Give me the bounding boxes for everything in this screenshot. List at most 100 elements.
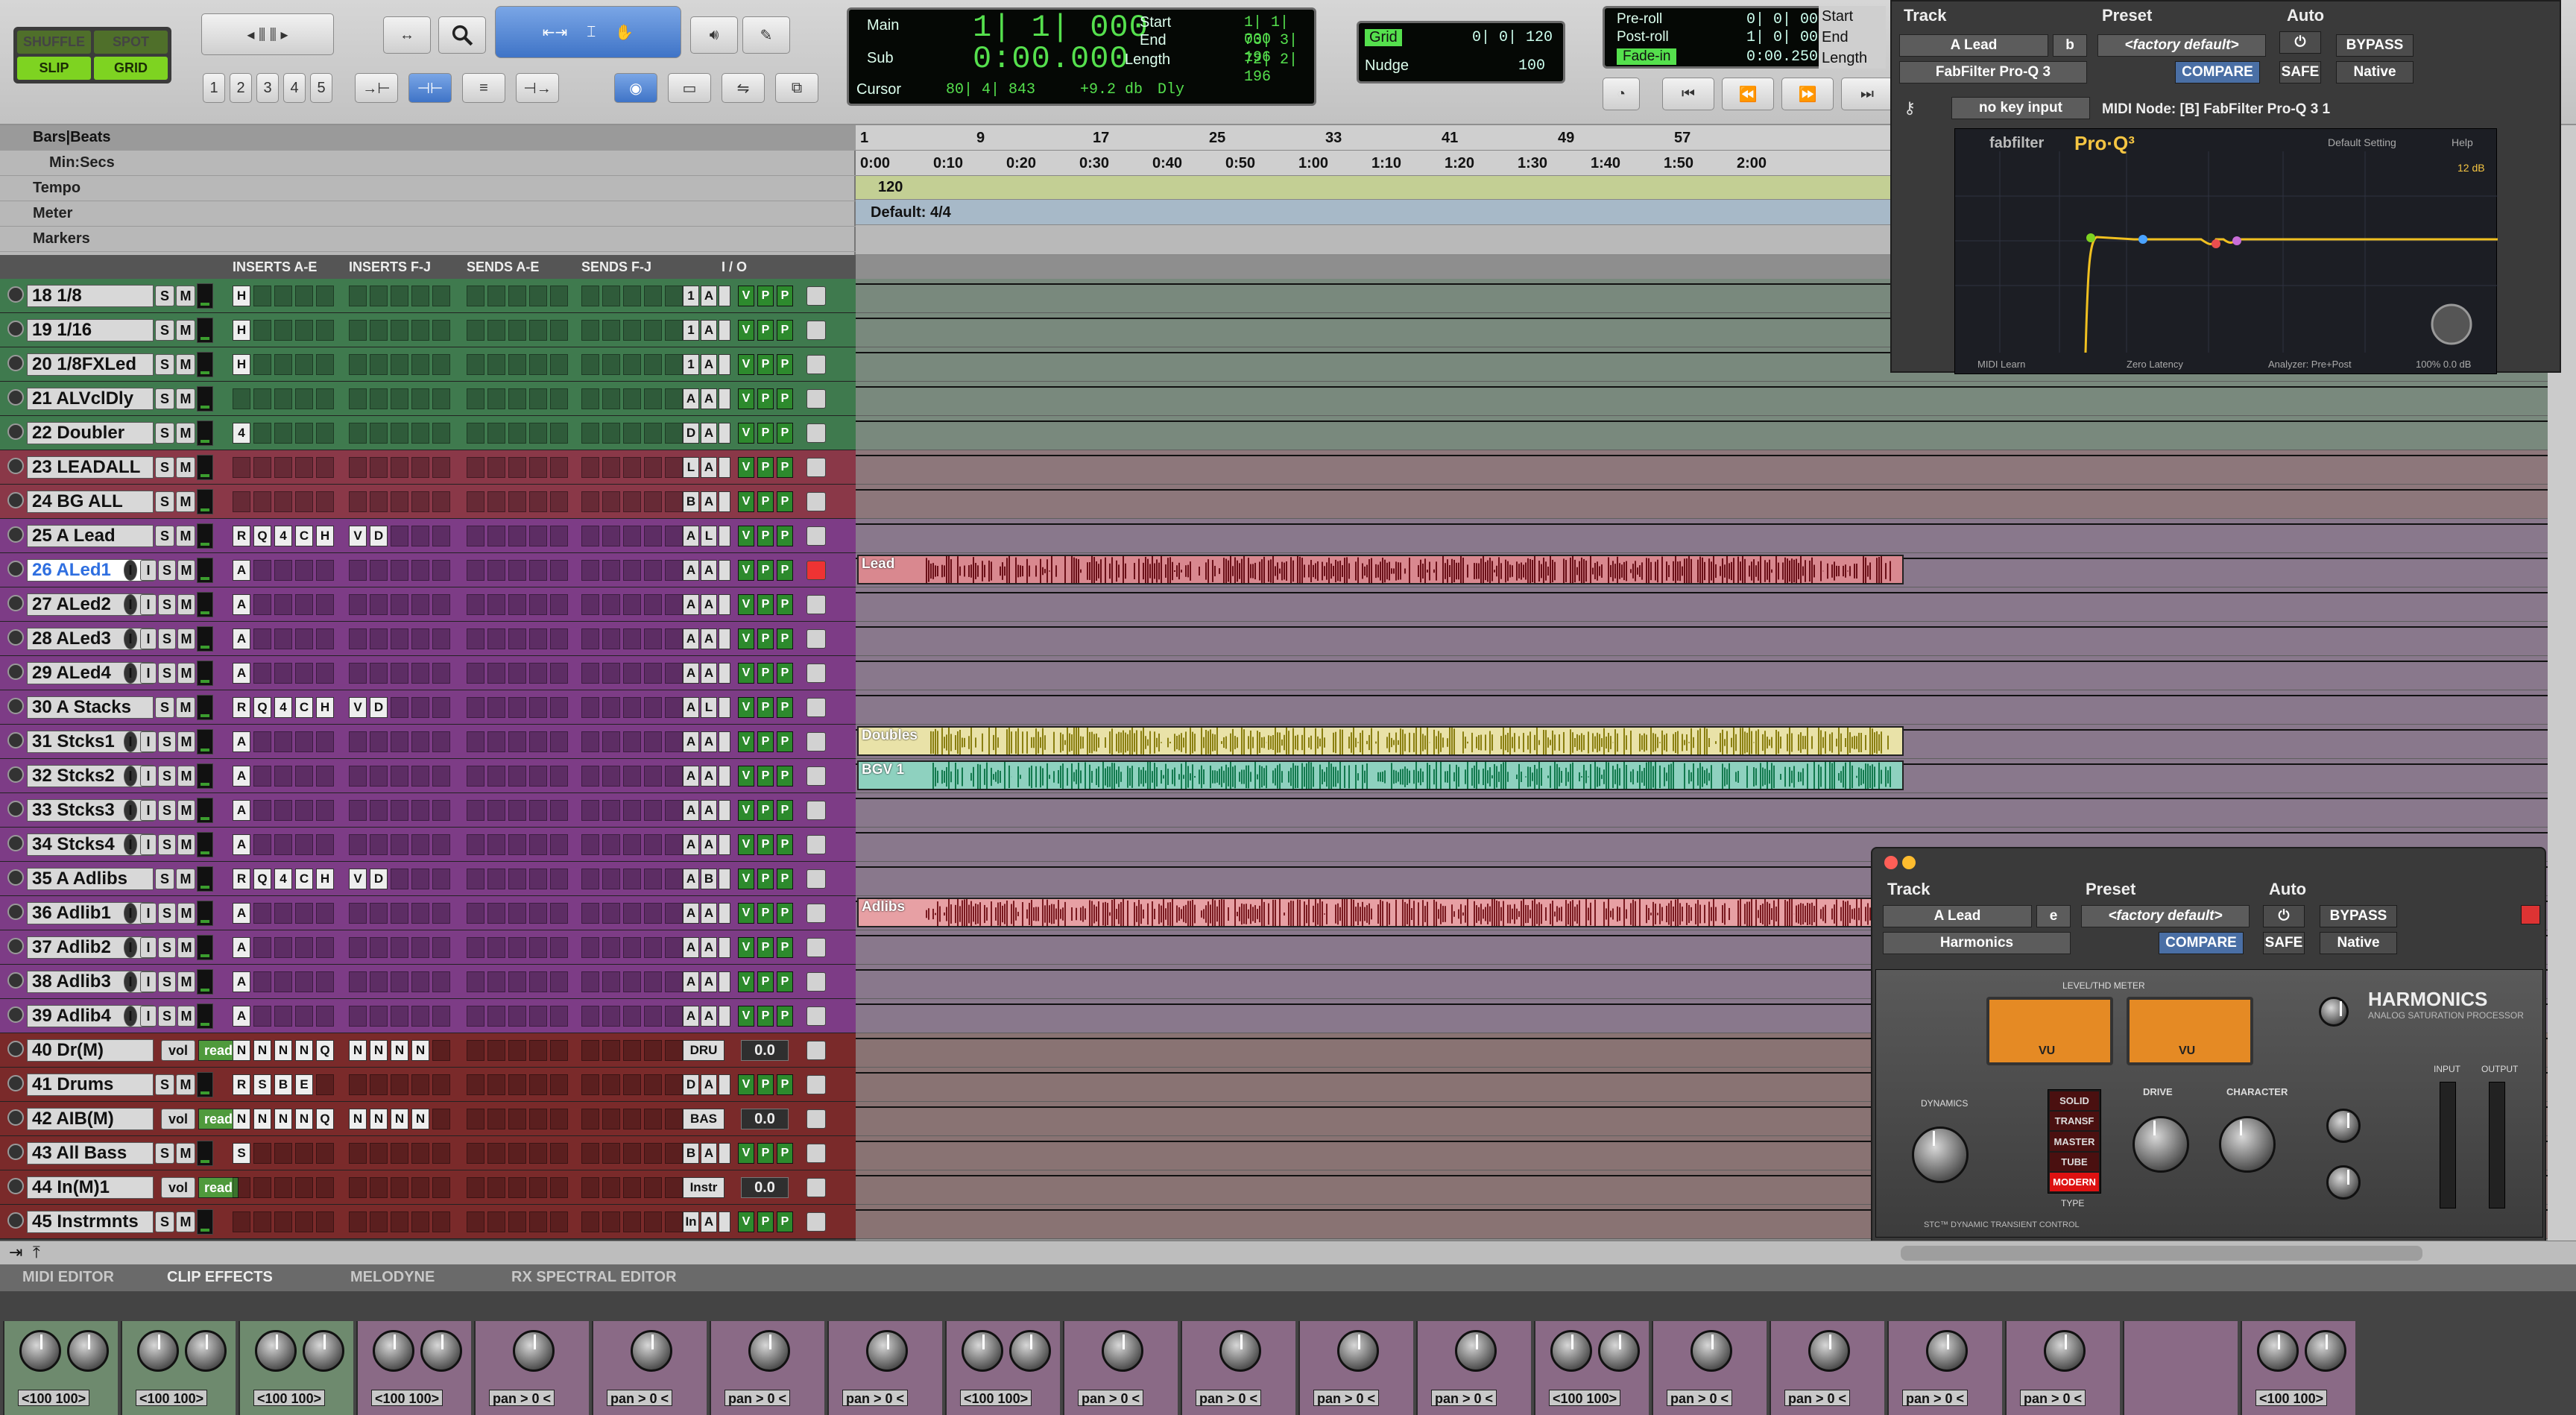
record-enable-button[interactable]: I <box>124 937 137 958</box>
record-enable-button[interactable]: I <box>124 971 137 992</box>
send-slot[interactable] <box>508 834 526 855</box>
send-slot[interactable] <box>550 800 568 821</box>
send-slot[interactable] <box>623 1006 641 1027</box>
insert-slot-empty[interactable] <box>432 1109 450 1129</box>
voice-pan-button[interactable]: P <box>777 320 793 341</box>
voice-pan-button[interactable]: P <box>777 423 793 444</box>
send-slot[interactable] <box>644 971 662 992</box>
insert-slot-empty[interactable] <box>295 971 313 992</box>
insert-slot-filled[interactable]: D <box>370 869 388 889</box>
insert-slot-empty[interactable] <box>370 1143 388 1164</box>
insert-slot-empty[interactable] <box>316 1211 334 1232</box>
input-monitor-button[interactable]: I <box>140 594 157 615</box>
voice-pan-button[interactable]: V <box>738 491 754 512</box>
track-list-toggle-icon[interactable]: ⇥ <box>9 1243 22 1262</box>
voice-pan-button[interactable]: P <box>757 800 774 821</box>
send-slot[interactable] <box>644 457 662 478</box>
input-monitor-button[interactable]: I <box>140 834 157 855</box>
pan-left-knob[interactable] <box>255 1330 297 1372</box>
insert-slot-filled[interactable]: H <box>316 526 334 546</box>
insert-slot-empty[interactable] <box>253 1006 271 1027</box>
insert-slot-empty[interactable] <box>295 628 313 649</box>
voice-pan-button[interactable]: P <box>777 594 793 615</box>
send-slot[interactable] <box>487 697 505 718</box>
track-row[interactable]: 41 Drums S M R S B E D A V P P <box>0 1068 856 1102</box>
go-to-end-button[interactable]: ⏭ <box>1841 78 1893 110</box>
track-output-arrow[interactable] <box>719 354 730 375</box>
input-fader[interactable] <box>2440 1082 2456 1208</box>
send-slot[interactable] <box>467 423 484 444</box>
harm-compare-button[interactable]: COMPARE <box>2159 932 2244 954</box>
insert-slot-empty[interactable] <box>411 320 429 341</box>
send-slot[interactable] <box>550 1074 568 1095</box>
voice-pan-button[interactable]: P <box>757 526 774 546</box>
send-slot[interactable] <box>508 594 526 615</box>
track-lane[interactable]: Lead <box>856 553 2548 587</box>
insert-slot-empty[interactable] <box>316 628 334 649</box>
send-slot[interactable] <box>623 423 641 444</box>
mode-spot[interactable]: SPOT <box>94 31 168 54</box>
send-slot[interactable] <box>508 1211 526 1232</box>
track-output[interactable]: DRU <box>683 1040 724 1061</box>
send-slot[interactable] <box>529 628 547 649</box>
send-slot[interactable] <box>508 320 526 341</box>
send-slot[interactable] <box>623 731 641 752</box>
send-slot[interactable] <box>644 286 662 306</box>
send-slot[interactable] <box>602 971 620 992</box>
fast-forward-button[interactable]: ⏩ <box>1781 78 1834 110</box>
send-slot[interactable] <box>467 800 484 821</box>
send-slot[interactable] <box>623 594 641 615</box>
insert-slot-empty[interactable] <box>274 834 292 855</box>
track-power-icon[interactable] <box>7 595 24 611</box>
solo-button[interactable]: S <box>158 1006 176 1027</box>
mute-button[interactable]: M <box>176 354 195 375</box>
track-option-button[interactable] <box>806 1144 826 1163</box>
harm-insert-slot[interactable]: e <box>2036 905 2071 927</box>
send-slot[interactable] <box>644 1211 662 1232</box>
mute-button[interactable]: M <box>176 1074 195 1095</box>
track-power-icon[interactable] <box>7 1109 24 1126</box>
insert-slot-empty[interactable] <box>253 731 271 752</box>
send-slot[interactable] <box>581 937 599 958</box>
pan-left-knob[interactable] <box>1550 1330 1592 1372</box>
send-slot[interactable] <box>529 766 547 787</box>
send-slot[interactable] <box>623 834 641 855</box>
track-row[interactable]: 28 ALed3 I I S M A A A V P P <box>0 622 856 656</box>
send-slot[interactable] <box>550 388 568 409</box>
send-slot[interactable] <box>665 731 683 752</box>
voice-pan-button[interactable]: V <box>738 594 754 615</box>
insert-slot-empty[interactable] <box>411 286 429 306</box>
type-button[interactable]: TUBE <box>2050 1152 2099 1171</box>
send-slot[interactable] <box>529 869 547 889</box>
send-slot[interactable] <box>644 1177 662 1198</box>
send-slot[interactable] <box>665 423 683 444</box>
harm-plugin-select[interactable]: Harmonics <box>1883 932 2071 954</box>
send-slot[interactable] <box>550 1143 568 1164</box>
track-power-icon[interactable] <box>7 423 24 440</box>
pan-right-knob[interactable] <box>67 1330 109 1372</box>
send-slot[interactable] <box>602 1109 620 1129</box>
send-slot[interactable] <box>581 663 599 684</box>
track-input[interactable]: A <box>683 697 699 718</box>
track-name[interactable]: 24 BG ALL <box>27 491 154 513</box>
col-inserts-fj[interactable]: INSERTS F-J <box>349 259 431 275</box>
track-input[interactable]: In <box>683 1211 699 1232</box>
harm-close-button[interactable] <box>2521 905 2540 924</box>
track-power-icon[interactable] <box>7 766 24 783</box>
high-cut-knob[interactable] <box>2326 1109 2361 1143</box>
track-option-button[interactable] <box>806 904 826 923</box>
send-slot[interactable] <box>602 937 620 958</box>
insert-slot-filled[interactable]: N <box>274 1040 292 1061</box>
voice-pan-button[interactable]: P <box>757 423 774 444</box>
insert-slot-filled[interactable]: C <box>295 526 313 546</box>
track-name[interactable]: 19 1/16 <box>27 319 154 341</box>
voice-pan-button[interactable]: V <box>738 560 754 581</box>
insert-slot-filled[interactable]: R <box>233 697 250 718</box>
voice-pan-button[interactable]: V <box>738 526 754 546</box>
track-input[interactable]: A <box>683 731 699 752</box>
insert-slot-empty[interactable] <box>274 1211 292 1232</box>
insert-slot-empty[interactable] <box>316 1006 334 1027</box>
send-slot[interactable] <box>644 869 662 889</box>
pan-value[interactable]: pan > 0 < <box>842 1390 909 1406</box>
insert-slot-empty[interactable] <box>316 834 334 855</box>
